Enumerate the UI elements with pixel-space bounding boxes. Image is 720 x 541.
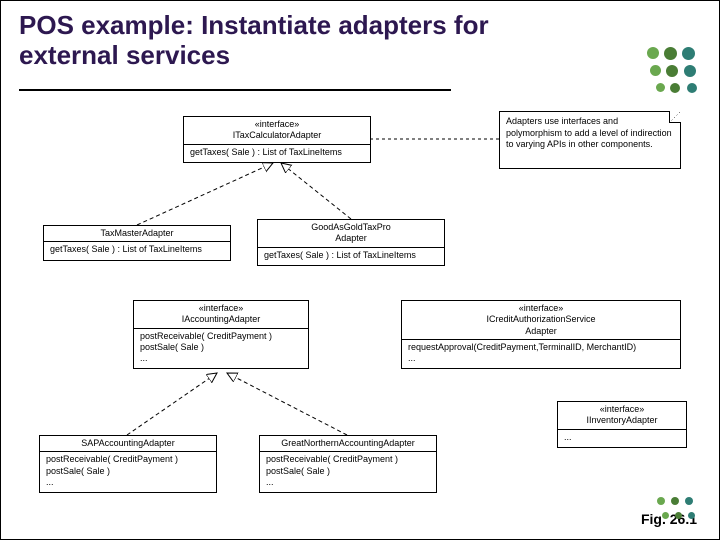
class-name-line1: GoodAsGoldTaxPro (262, 222, 440, 233)
class-name: TaxMasterAdapter (100, 228, 173, 238)
class-icreditauthorizationserviceadapter: «interface» ICreditAuthorizationService … (401, 300, 681, 369)
operation: postSale( Sale ) (266, 466, 430, 477)
stereotype: «interface» (562, 404, 682, 415)
class-name: GreatNorthernAccountingAdapter (281, 438, 415, 448)
note-fold-icon (669, 111, 681, 123)
operation: getTaxes( Sale ) : List of TaxLineItems (190, 147, 342, 157)
stereotype: «interface» (406, 303, 676, 314)
class-itaxcalculatoradapter: «interface» ITaxCalculatorAdapter getTax… (183, 116, 371, 163)
operation: ... (46, 477, 210, 488)
operation: postReceivable( CreditPayment ) (266, 454, 430, 465)
title-underline (19, 89, 451, 91)
operation: getTaxes( Sale ) : List of TaxLineItems (50, 244, 202, 254)
decorative-dots-top (621, 41, 711, 101)
class-name-line2: Adapter (406, 326, 676, 337)
operation: ... (266, 477, 430, 488)
operation: postSale( Sale ) (140, 342, 302, 353)
uml-note: Adapters use interfaces and polymorphism… (499, 111, 681, 169)
operation: requestApproval(CreditPayment,TerminalID… (408, 342, 674, 353)
class-greatnorthernaccountingadapter: GreatNorthernAccountingAdapter postRecei… (259, 435, 437, 493)
operation: ... (140, 353, 302, 364)
class-iinventoryadapter: «interface» IInventoryAdapter ... (557, 401, 687, 448)
operation: postSale( Sale ) (46, 466, 210, 477)
slide-title: POS example: Instantiate adapters for ex… (19, 11, 519, 71)
class-goodasgoldtaxproadapter: GoodAsGoldTaxPro Adapter getTaxes( Sale … (257, 219, 445, 266)
class-taxmasteradapter: TaxMasterAdapter getTaxes( Sale ) : List… (43, 225, 231, 261)
note-text: Adapters use interfaces and polymorphism… (506, 116, 672, 149)
class-name: SAPAccountingAdapter (81, 438, 174, 448)
class-sapaccountingadapter: SAPAccountingAdapter postReceivable( Cre… (39, 435, 217, 493)
class-name: IAccountingAdapter (138, 314, 304, 325)
class-iaccountingadapter: «interface» IAccountingAdapter postRecei… (133, 300, 309, 369)
operation: postReceivable( CreditPayment ) (140, 331, 302, 342)
class-name: ITaxCalculatorAdapter (188, 130, 366, 141)
stereotype: «interface» (188, 119, 366, 130)
operation: getTaxes( Sale ) : List of TaxLineItems (264, 250, 416, 260)
operation: ... (408, 353, 674, 364)
decorative-dots-bottom (633, 488, 713, 533)
operation: ... (564, 432, 572, 442)
class-name: IInventoryAdapter (562, 415, 682, 426)
stereotype: «interface» (138, 303, 304, 314)
class-name-line2: Adapter (262, 233, 440, 244)
operation: postReceivable( CreditPayment ) (46, 454, 210, 465)
class-name-line1: ICreditAuthorizationService (406, 314, 676, 325)
